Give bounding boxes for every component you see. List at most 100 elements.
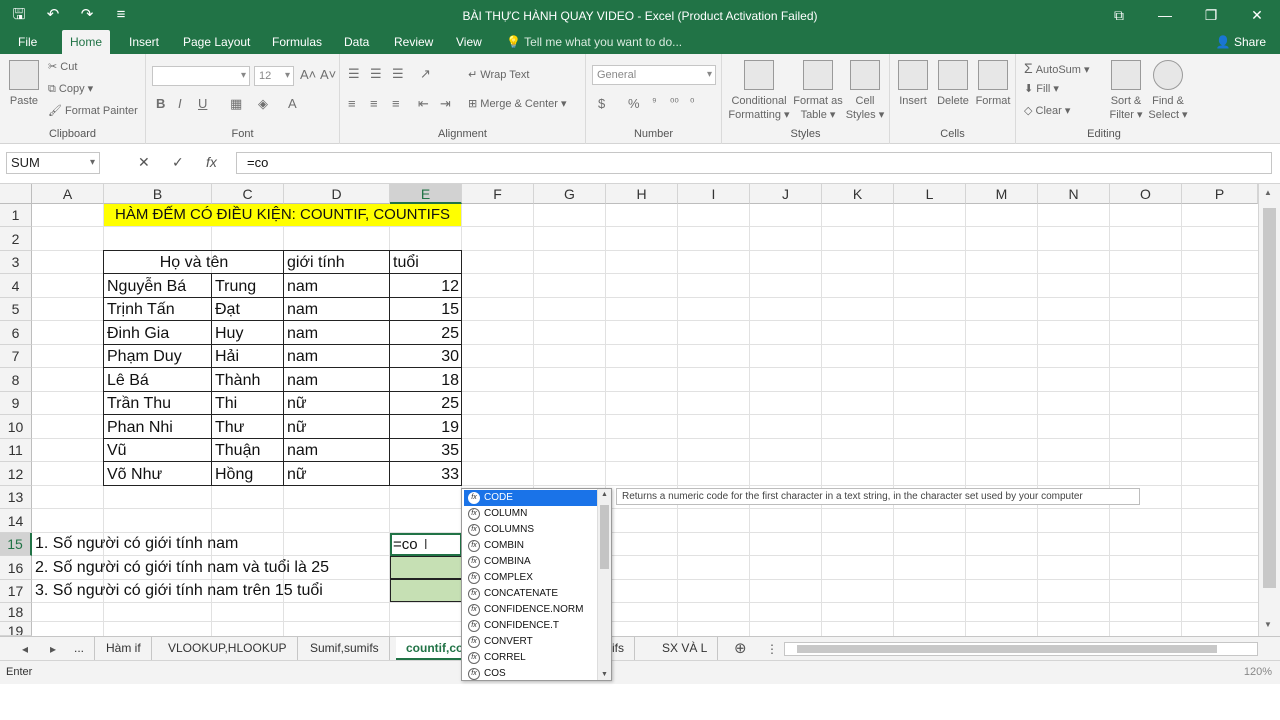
cell-gender[interactable]: nam xyxy=(284,345,390,368)
delete-cells-button[interactable]: Delete xyxy=(934,60,972,108)
font-size-combo[interactable]: 12 xyxy=(254,66,294,86)
row-header-2[interactable]: 2 xyxy=(0,227,32,251)
row-header-13[interactable]: 13 xyxy=(0,486,32,509)
minimize-icon[interactable]: — xyxy=(1142,0,1188,30)
row-header-5[interactable]: 5 xyxy=(0,298,32,321)
header-gender-cell[interactable]: giới tính xyxy=(284,251,390,273)
tab-page-layout[interactable]: Page Layout xyxy=(175,30,258,54)
question-2-cell[interactable]: 2. Số người có giới tính nam và tuổi là … xyxy=(32,556,332,579)
increase-decimal-icon[interactable]: ⁰⁰ xyxy=(670,96,679,109)
paste-button[interactable]: Paste xyxy=(6,60,42,108)
autocomplete-item[interactable]: fx CORREL xyxy=(464,650,598,666)
row-header-14[interactable]: 14 xyxy=(0,509,32,533)
find-select-button[interactable]: Find & Select ▾ xyxy=(1148,60,1188,122)
tab-file[interactable]: File xyxy=(10,30,45,54)
cell-first-name[interactable]: Hồng xyxy=(212,462,284,485)
cell-styles-button[interactable]: Cell Styles ▾ xyxy=(844,60,886,122)
align-top-icon[interactable]: ☰ xyxy=(348,66,360,82)
cell-last-name[interactable]: Trịnh Tấn xyxy=(104,298,212,321)
decrease-font-icon[interactable]: A˅ xyxy=(320,67,336,82)
zoom-level[interactable]: 120% xyxy=(1244,666,1272,678)
answer-cell-e17[interactable] xyxy=(390,579,462,602)
column-header-j[interactable]: J xyxy=(750,184,822,204)
currency-icon[interactable]: $ xyxy=(598,96,605,111)
column-header-k[interactable]: K xyxy=(822,184,894,204)
tell-me-box[interactable]: 💡 Tell me what you want to do... xyxy=(506,30,682,54)
align-bottom-icon[interactable]: ☰ xyxy=(392,66,404,82)
cell-first-name[interactable]: Huy xyxy=(212,321,284,344)
question-1-cell[interactable]: 1. Số người có giới tính nam xyxy=(32,533,241,555)
autocomplete-item[interactable]: fx CODE xyxy=(464,490,598,506)
cell-age[interactable]: 30 xyxy=(390,345,462,368)
orientation-icon[interactable]: ↗ xyxy=(420,66,431,82)
cell-last-name[interactable]: Trần Thu xyxy=(104,392,212,415)
cancel-icon[interactable]: ✕ xyxy=(138,154,150,171)
align-left-icon[interactable]: ≡ xyxy=(348,96,356,111)
insert-function-icon[interactable]: fx xyxy=(206,154,217,170)
cell-first-name[interactable]: Đạt xyxy=(212,298,284,321)
cell-first-name[interactable]: Thuận xyxy=(212,439,284,462)
active-cell-e15[interactable]: =co I xyxy=(390,533,462,556)
row-header-17[interactable]: 17 xyxy=(0,580,32,603)
autocomplete-item[interactable]: fx CONCATENATE xyxy=(464,586,598,602)
fill-color-icon[interactable]: ◈ xyxy=(258,96,268,112)
horizontal-scrollbar[interactable] xyxy=(784,642,1258,656)
cell-first-name[interactable]: Thành xyxy=(212,368,284,391)
copy-button[interactable]: ⧉ Copy ▾ xyxy=(48,82,93,96)
prev-sheet-icon[interactable]: ◂ xyxy=(22,637,28,661)
column-header-b[interactable]: B xyxy=(104,184,212,204)
scroll-thumb[interactable] xyxy=(1263,208,1276,588)
cell-gender[interactable]: nam xyxy=(284,298,390,321)
column-header-n[interactable]: N xyxy=(1038,184,1110,204)
cell-first-name[interactable]: Thi xyxy=(212,392,284,415)
scroll-up-icon[interactable]: ▲ xyxy=(1264,188,1272,197)
share-button[interactable]: 👤 Share xyxy=(1216,32,1266,52)
cell-gender[interactable]: nam xyxy=(284,368,390,391)
row-header-9[interactable]: 9 xyxy=(0,392,32,415)
cell-age[interactable]: 12 xyxy=(390,274,462,297)
function-autocomplete-list[interactable]: fx CODE fx COLUMN fx COLUMNS fx COMBIN fx COM… xyxy=(461,488,612,681)
align-right-icon[interactable]: ≡ xyxy=(392,96,400,111)
column-header-e[interactable]: E xyxy=(390,184,462,204)
tab-home[interactable]: Home xyxy=(62,30,111,54)
row-header-7[interactable]: 7 xyxy=(0,345,32,368)
row-header-10[interactable]: 10 xyxy=(0,415,32,439)
header-name-cell[interactable]: Họ và tên xyxy=(104,251,284,273)
enter-icon[interactable]: ✓ xyxy=(172,154,184,171)
column-header-l[interactable]: L xyxy=(894,184,966,204)
autocomplete-item[interactable]: fx COMPLEX xyxy=(464,570,598,586)
column-header-c[interactable]: C xyxy=(212,184,284,204)
select-all-corner[interactable] xyxy=(0,184,32,204)
cell-first-name[interactable]: Hải xyxy=(212,345,284,368)
autocomplete-item[interactable]: fx CONFIDENCE.NORM xyxy=(464,602,598,618)
column-header-p[interactable]: P xyxy=(1182,184,1258,204)
column-header-g[interactable]: G xyxy=(534,184,606,204)
autocomplete-scroll-thumb[interactable] xyxy=(600,505,609,569)
tab-split-icon[interactable]: ⋮ xyxy=(766,637,778,661)
sheet-tab-more[interactable]: ... xyxy=(64,637,96,661)
cell-last-name[interactable]: Đinh Gia xyxy=(104,321,212,344)
answer-cell-e16[interactable] xyxy=(390,556,462,579)
vertical-scrollbar[interactable]: ▲ ▼ xyxy=(1258,184,1280,636)
cell-gender[interactable]: nữ xyxy=(284,392,390,415)
column-header-i[interactable]: I xyxy=(678,184,750,204)
cell-last-name[interactable]: Võ Như xyxy=(104,462,212,485)
conditional-formatting-button[interactable]: Conditional Formatting ▾ xyxy=(726,60,792,122)
bold-icon[interactable]: B xyxy=(156,96,165,111)
row-header-4[interactable]: 4 xyxy=(0,274,32,298)
row-header-3[interactable]: 3 xyxy=(0,251,32,274)
increase-font-icon[interactable]: A˄ xyxy=(300,67,316,82)
row-header-8[interactable]: 8 xyxy=(0,368,32,392)
cell-first-name[interactable]: Thư xyxy=(212,415,284,438)
close-icon[interactable]: ✕ xyxy=(1234,0,1280,30)
row-header-6[interactable]: 6 xyxy=(0,321,32,345)
cell-age[interactable]: 25 xyxy=(390,321,462,344)
comma-icon[interactable]: ⁹ xyxy=(652,96,657,108)
tab-view[interactable]: View xyxy=(448,30,490,54)
font-name-combo[interactable] xyxy=(152,66,250,86)
row-header-19[interactable]: 19 xyxy=(0,622,32,636)
cell-last-name[interactable]: Lê Bá xyxy=(104,368,212,391)
cell-age[interactable]: 18 xyxy=(390,368,462,391)
row-header-1[interactable]: 1 xyxy=(0,204,32,227)
h-scroll-thumb[interactable] xyxy=(797,645,1217,653)
